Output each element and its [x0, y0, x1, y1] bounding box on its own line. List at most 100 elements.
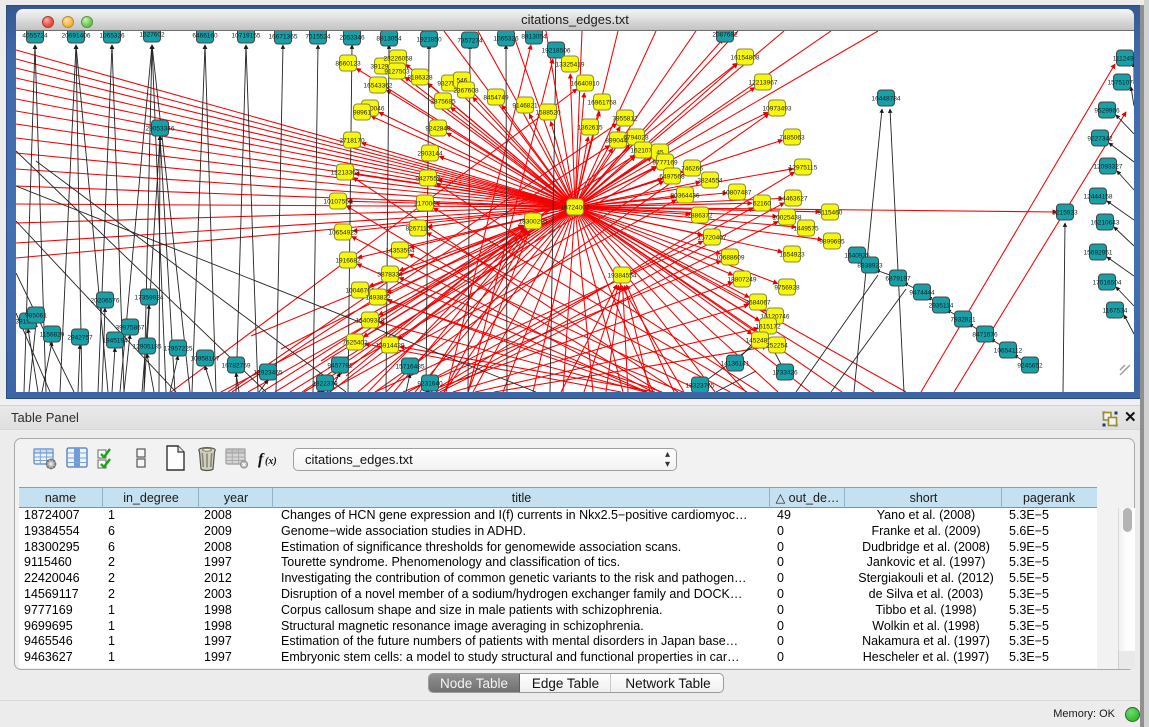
svg-text:7625402: 7625402 — [342, 340, 368, 347]
svg-text:9427552: 9427552 — [415, 176, 441, 183]
svg-text:16543362: 16543362 — [364, 83, 393, 90]
svg-text:17016504: 17016504 — [1093, 280, 1122, 287]
svg-text:6794028: 6794028 — [623, 135, 649, 142]
svg-text:1156829: 1156829 — [40, 332, 65, 339]
svg-text:8813054: 8813054 — [521, 34, 547, 41]
svg-text:252254: 252254 — [766, 343, 788, 350]
svg-text:1112495: 1112495 — [1113, 56, 1134, 63]
svg-text:8454749: 8454749 — [483, 95, 509, 102]
svg-text:10107553: 10107553 — [324, 199, 353, 206]
svg-text:6879197: 6879197 — [885, 276, 911, 283]
svg-text:8813054: 8813054 — [376, 36, 402, 43]
svg-text:23226058: 23226058 — [384, 56, 413, 63]
svg-text:12905185: 12905185 — [133, 344, 162, 351]
svg-text:1733426: 1733426 — [772, 370, 798, 377]
svg-text:1615172: 1615172 — [755, 324, 781, 331]
svg-text:12975115: 12975115 — [789, 165, 818, 172]
svg-text:8267110: 8267110 — [406, 226, 431, 233]
svg-text:1527602: 1527602 — [139, 32, 165, 39]
svg-text:17957225: 17957225 — [164, 346, 193, 353]
svg-text:29053346: 29053346 — [146, 126, 175, 133]
svg-text:12444158: 12444158 — [1084, 194, 1113, 201]
svg-text:10958107: 10958107 — [191, 356, 220, 363]
svg-text:16961758: 16961758 — [588, 100, 617, 107]
svg-text:12093327: 12093327 — [1094, 164, 1123, 171]
svg-text:1916682: 1916682 — [335, 258, 361, 265]
svg-text:3875685: 3875685 — [430, 99, 456, 106]
svg-text:2942757: 2942757 — [67, 335, 93, 342]
svg-text:19384554: 19384554 — [608, 273, 637, 280]
svg-text:9245652: 9245652 — [1017, 363, 1043, 370]
svg-text:8215933: 8215933 — [1052, 210, 1078, 217]
svg-text:14136141: 14136141 — [721, 361, 750, 368]
svg-text:12213967: 12213967 — [749, 80, 778, 87]
svg-text:14463627: 14463627 — [779, 196, 808, 203]
svg-text:9127503: 9127503 — [384, 69, 410, 76]
svg-text:16448784: 16448784 — [872, 96, 901, 103]
svg-text:10654112: 10654112 — [994, 348, 1023, 355]
svg-text:9756928: 9756928 — [774, 285, 800, 292]
svg-text:98961: 98961 — [353, 110, 371, 117]
svg-text:18807249: 18807249 — [728, 277, 757, 284]
svg-text:16671365: 16671365 — [269, 34, 298, 41]
svg-text:14353594: 14353594 — [386, 248, 415, 255]
svg-text:9115460: 9115460 — [818, 210, 843, 217]
svg-text:9529966: 9529966 — [1094, 108, 1120, 115]
svg-text:1493822: 1493822 — [365, 295, 391, 302]
svg-text:4055724: 4055724 — [22, 33, 48, 40]
svg-text:3684067: 3684067 — [745, 300, 771, 307]
svg-text:1921850: 1921850 — [416, 37, 442, 44]
svg-text:9231640: 9231640 — [417, 381, 443, 388]
svg-text:10807487: 10807487 — [723, 190, 752, 197]
svg-text:1065326: 1065326 — [493, 36, 519, 43]
svg-text:20691406: 20691406 — [62, 33, 91, 40]
svg-text:39975867: 39975867 — [116, 325, 145, 332]
svg-text:1167534: 1167534 — [1103, 308, 1128, 315]
svg-text:20364436: 20364436 — [671, 193, 700, 200]
svg-text:10719155: 10719155 — [232, 33, 261, 40]
svg-text:8471676: 8471676 — [972, 332, 998, 339]
svg-text:18323765: 18323765 — [686, 383, 715, 390]
svg-text:7357274: 7357274 — [457, 38, 483, 45]
svg-text:9227342: 9227342 — [1087, 136, 1113, 143]
svg-text:8186328: 8186328 — [407, 75, 433, 82]
svg-text:2053346: 2053346 — [339, 35, 365, 42]
svg-text:9457791: 9457791 — [327, 363, 353, 370]
svg-text:f: f — [258, 451, 265, 468]
svg-text:10654923: 10654923 — [329, 230, 358, 237]
svg-text:1588520: 1588520 — [535, 110, 561, 117]
svg-text:2903144: 2903144 — [417, 151, 443, 158]
svg-text:10973493: 10973493 — [763, 106, 792, 113]
svg-text:15716485: 15716485 — [396, 364, 425, 371]
svg-text:9899695: 9899695 — [819, 239, 845, 246]
svg-text:15692951: 15692951 — [1084, 250, 1113, 257]
svg-text:7955812: 7955812 — [612, 116, 638, 123]
svg-text:16640910: 16640910 — [571, 81, 600, 88]
svg-text:12213363: 12213363 — [331, 170, 360, 177]
svg-text:2718170: 2718170 — [339, 138, 365, 145]
svg-text:9474444: 9474444 — [909, 290, 935, 297]
svg-text:3878334: 3878334 — [377, 272, 403, 279]
svg-text:2367608: 2367608 — [453, 88, 479, 95]
svg-text:6466160: 6466160 — [192, 33, 218, 40]
svg-text:19218506: 19218506 — [542, 48, 571, 55]
svg-text:10025438: 10025438 — [773, 215, 802, 222]
svg-text:7515524: 7515524 — [305, 34, 331, 41]
svg-text:1362615: 1362615 — [577, 125, 603, 132]
svg-text:12923465: 12923465 — [254, 370, 283, 377]
svg-text:1449575: 1449575 — [793, 226, 819, 233]
svg-text:20206576: 20206576 — [91, 298, 120, 305]
svg-text:13325419: 13325419 — [556, 62, 585, 69]
svg-text:9242848: 9242848 — [425, 126, 451, 133]
svg-text:17359924: 17359924 — [135, 295, 164, 302]
svg-text:2935114: 2935114 — [929, 303, 954, 310]
svg-text:2087682: 2087682 — [712, 32, 738, 39]
svg-text:15751074: 15751074 — [1108, 80, 1134, 87]
svg-text:6497568: 6497568 — [659, 174, 685, 181]
svg-text:(x): (x) — [265, 456, 277, 467]
svg-text:7932821: 7932821 — [950, 317, 976, 324]
svg-text:16914429: 16914429 — [376, 343, 405, 350]
svg-text:9777169: 9777169 — [652, 160, 678, 167]
svg-text:10688609: 10688609 — [716, 255, 745, 262]
svg-text:8938923: 8938923 — [857, 263, 883, 270]
